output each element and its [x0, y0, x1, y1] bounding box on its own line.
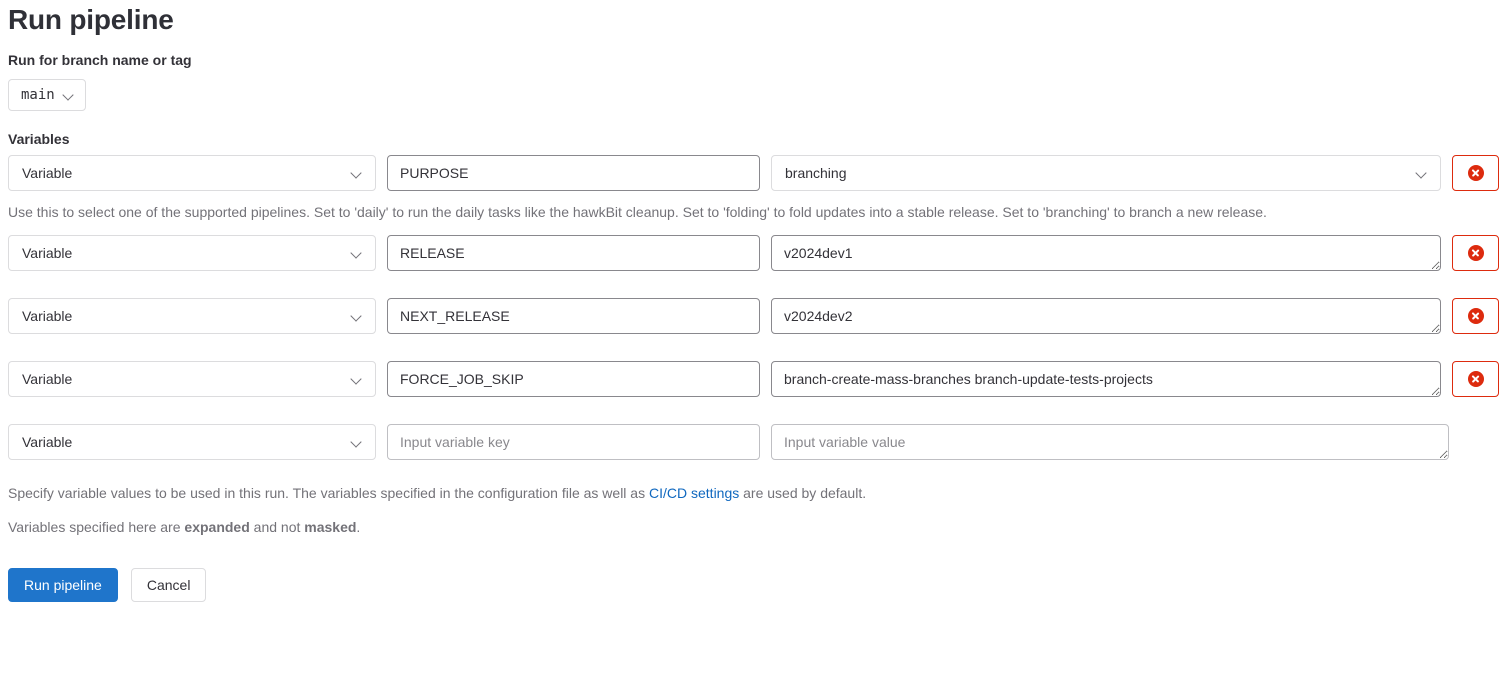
- variable-row-new: Variable: [8, 424, 1493, 461]
- variable-key-input[interactable]: [387, 298, 760, 334]
- variable-type-select[interactable]: Variable: [8, 298, 376, 334]
- variable-type-select[interactable]: Variable: [8, 424, 376, 460]
- variable-key-input[interactable]: [387, 361, 760, 397]
- run-pipeline-form: Run pipeline Run for branch name or tag …: [0, 0, 1501, 602]
- variables-description: Specify variable values to be used in th…: [8, 483, 1493, 504]
- remove-circle-icon: [1467, 371, 1484, 387]
- expansion-note-part2: and not: [249, 519, 305, 535]
- variable-type-select[interactable]: Variable: [8, 155, 376, 191]
- variable-value-textarea[interactable]: [771, 424, 1449, 460]
- remove-variable-button[interactable]: [1452, 298, 1499, 334]
- expansion-note-part3: .: [356, 519, 361, 535]
- variable-key-input[interactable]: [387, 155, 760, 191]
- variable-value-textarea[interactable]: [771, 361, 1441, 397]
- variable-value-text: branching: [785, 165, 847, 181]
- chevron-down-icon: [351, 373, 363, 385]
- expansion-note-part1: Variables specified here are: [8, 519, 185, 535]
- page-title: Run pipeline: [8, 4, 174, 35]
- variable-key-input[interactable]: [387, 424, 760, 460]
- run-pipeline-button[interactable]: Run pipeline: [8, 568, 118, 602]
- chevron-down-icon: [351, 436, 363, 448]
- chevron-down-icon: [1416, 167, 1428, 179]
- branch-field-label: Run for branch name or tag: [8, 52, 192, 68]
- remove-variable-button[interactable]: [1452, 361, 1499, 397]
- variable-type-value: Variable: [22, 371, 73, 387]
- variable-type-select[interactable]: Variable: [8, 235, 376, 271]
- chevron-down-icon: [351, 247, 363, 259]
- expansion-note-masked: masked: [304, 519, 357, 535]
- expansion-note-expanded: expanded: [184, 519, 250, 535]
- variable-type-value: Variable: [22, 434, 73, 450]
- cancel-button[interactable]: Cancel: [130, 568, 207, 602]
- branch-selector-value: main: [21, 87, 55, 103]
- variable-key-input[interactable]: [387, 235, 760, 271]
- variable-row: Variable: [8, 361, 1499, 398]
- variable-row: Variable: [8, 235, 1499, 272]
- variables-description-part1: Specify variable values to be used in th…: [8, 485, 649, 501]
- variable-row: Variable: [8, 298, 1499, 335]
- form-actions: Run pipeline Cancel: [8, 568, 1493, 602]
- branch-selector-dropdown[interactable]: main: [8, 79, 86, 111]
- variable-value-textarea[interactable]: [771, 235, 1441, 271]
- remove-circle-icon: [1467, 165, 1484, 181]
- variables-description-part2: are used by default.: [739, 485, 867, 501]
- variable-value-textarea[interactable]: [771, 298, 1441, 334]
- variable-help-text: Use this to select one of the supported …: [8, 204, 1267, 220]
- chevron-down-icon: [351, 167, 363, 179]
- variable-type-value: Variable: [22, 308, 73, 324]
- variable-row: Variable branching: [8, 155, 1499, 192]
- chevron-down-icon: [351, 310, 363, 322]
- variables-expansion-note: Variables specified here are expanded an…: [8, 517, 1493, 538]
- chevron-down-icon: [63, 89, 75, 101]
- remove-circle-icon: [1467, 245, 1484, 261]
- remove-variable-button[interactable]: [1452, 155, 1499, 191]
- variable-type-value: Variable: [22, 245, 73, 261]
- variable-value-select[interactable]: branching: [771, 155, 1441, 191]
- remove-circle-icon: [1467, 308, 1484, 324]
- variable-type-value: Variable: [22, 165, 73, 181]
- variable-type-select[interactable]: Variable: [8, 361, 376, 397]
- remove-variable-button[interactable]: [1452, 235, 1499, 271]
- cicd-settings-link[interactable]: CI/CD settings: [649, 485, 739, 501]
- variables-section-label: Variables: [8, 131, 70, 147]
